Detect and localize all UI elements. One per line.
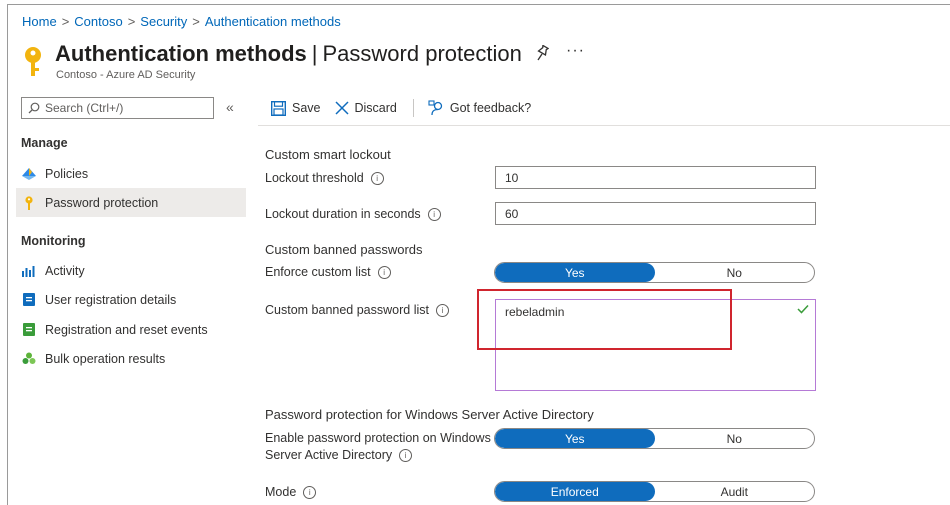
info-icon[interactable]: i — [427, 208, 441, 221]
breadcrumb-contoso[interactable]: Contoso — [74, 14, 122, 29]
lockout-duration-input[interactable]: 60 — [495, 202, 816, 225]
enforce-custom-list-text: Enforce custom list — [265, 265, 371, 279]
info-icon[interactable]: i — [377, 266, 391, 279]
breadcrumb-separator: > — [61, 14, 70, 29]
close-icon — [334, 101, 349, 115]
policies-icon — [22, 167, 36, 180]
save-label: Save — [292, 101, 321, 115]
sidebar-item-registration-reset-events[interactable]: Registration and reset events — [16, 315, 246, 344]
more-options-icon[interactable]: ··· — [566, 42, 585, 60]
collapse-sidebar-icon[interactable]: « — [226, 99, 234, 115]
discard-button[interactable]: Discard — [334, 101, 397, 115]
lockout-duration-text: Lockout duration in seconds — [265, 207, 421, 221]
lockout-duration-label: Lockout duration in seconds i — [265, 207, 441, 221]
enable-windows-label-line1: Enable password protection on Windows — [265, 431, 491, 445]
info-icon[interactable]: i — [399, 449, 413, 462]
feedback-icon — [428, 100, 443, 116]
enable-windows-label-line2: Server Active Directory i — [265, 448, 413, 462]
sidebar-item-bulk-operation-results[interactable]: Bulk operation results — [16, 344, 246, 373]
page-title-main: Authentication methods — [55, 41, 307, 66]
sidebar-item-label: Policies — [45, 166, 89, 181]
mode-text: Mode — [265, 485, 297, 499]
search-input[interactable]: Search (Ctrl+/) — [21, 97, 214, 119]
breadcrumb-separator: > — [127, 14, 136, 29]
key-icon — [25, 195, 33, 210]
toggle-option-yes[interactable]: Yes — [495, 429, 655, 448]
banned-list-text: Custom banned password list — [265, 303, 429, 317]
banned-list-label: Custom banned password list i — [265, 303, 449, 317]
breadcrumb-authentication-methods[interactable]: Authentication methods — [205, 14, 341, 29]
lockout-threshold-label: Lockout threshold i — [265, 171, 384, 185]
banned-passwords-header: Custom banned passwords — [265, 242, 423, 257]
info-icon[interactable]: i — [303, 486, 317, 499]
sidebar-item-label: Bulk operation results — [45, 351, 166, 366]
sidebar-item-label: Registration and reset events — [45, 322, 208, 337]
highlight-annotation-box — [477, 289, 732, 350]
search-placeholder: Search (Ctrl+/) — [45, 101, 124, 115]
page-subtitle: Contoso - Azure AD Security — [56, 69, 196, 81]
breadcrumb-security[interactable]: Security — [140, 14, 187, 29]
feedback-button[interactable]: Got feedback? — [428, 100, 531, 116]
search-icon — [28, 102, 40, 114]
sidebar-item-label: Password protection — [45, 195, 159, 210]
page-title: Authentication methods | Password protecti… — [55, 41, 522, 67]
info-icon[interactable]: i — [435, 304, 449, 317]
toolbar-divider — [412, 99, 414, 117]
discard-label: Discard — [354, 101, 397, 115]
enforce-custom-list-label: Enforce custom list i — [265, 265, 391, 279]
toggle-option-audit[interactable]: Audit — [655, 482, 815, 501]
sidebar-item-label: User registration details — [45, 292, 177, 307]
enable-windows-text: Server Active Directory — [265, 448, 393, 462]
info-icon[interactable]: i — [370, 172, 384, 185]
page-title-separator: | — [311, 41, 318, 66]
checkmark-icon — [797, 304, 809, 314]
toggle-option-no[interactable]: No — [655, 429, 815, 448]
enforce-custom-list-toggle[interactable]: Yes No — [494, 262, 815, 283]
feedback-label: Got feedback? — [449, 101, 532, 115]
smart-lockout-header: Custom smart lockout — [265, 147, 391, 162]
toggle-option-no[interactable]: No — [655, 263, 815, 282]
sidebar-item-label: Activity — [45, 263, 85, 278]
bulk-operation-icon — [22, 352, 36, 364]
save-button[interactable]: Save — [271, 100, 321, 116]
breadcrumb-separator: > — [192, 14, 200, 29]
registration-events-icon — [23, 323, 35, 336]
sidebar-item-activity[interactable]: Activity — [16, 256, 246, 285]
enable-windows-protection-toggle[interactable]: Yes No — [494, 428, 815, 449]
section-monitoring: Monitoring — [21, 234, 86, 248]
sidebar-item-policies[interactable]: Policies — [16, 159, 246, 188]
breadcrumb: Home > Contoso > Security > Authentication met… — [22, 14, 341, 29]
lockout-threshold-text: Lockout threshold — [265, 171, 364, 185]
section-manage: Manage — [21, 136, 68, 150]
mode-label: Mode i — [265, 485, 317, 499]
sidebar-item-user-registration-details[interactable]: User registration details — [16, 285, 246, 314]
sidebar-item-password-protection[interactable]: Password protection — [16, 188, 246, 217]
activity-icon — [22, 265, 35, 277]
windows-ad-header: Password protection for Windows Server A… — [265, 407, 594, 422]
toggle-option-yes[interactable]: Yes — [495, 263, 655, 282]
user-registration-icon — [23, 293, 35, 306]
key-icon — [25, 47, 41, 76]
page-title-sub: Password protection — [322, 41, 522, 66]
save-icon — [271, 100, 286, 116]
mode-toggle[interactable]: Enforced Audit — [494, 481, 815, 502]
toolbar: Save Discard Got feedback? — [271, 97, 545, 119]
breadcrumb-home[interactable]: Home — [22, 14, 57, 29]
lockout-threshold-input[interactable]: 10 — [495, 166, 816, 189]
toolbar-divider-line — [258, 125, 950, 126]
pin-icon[interactable] — [535, 45, 549, 61]
toggle-option-enforced[interactable]: Enforced — [495, 482, 655, 501]
